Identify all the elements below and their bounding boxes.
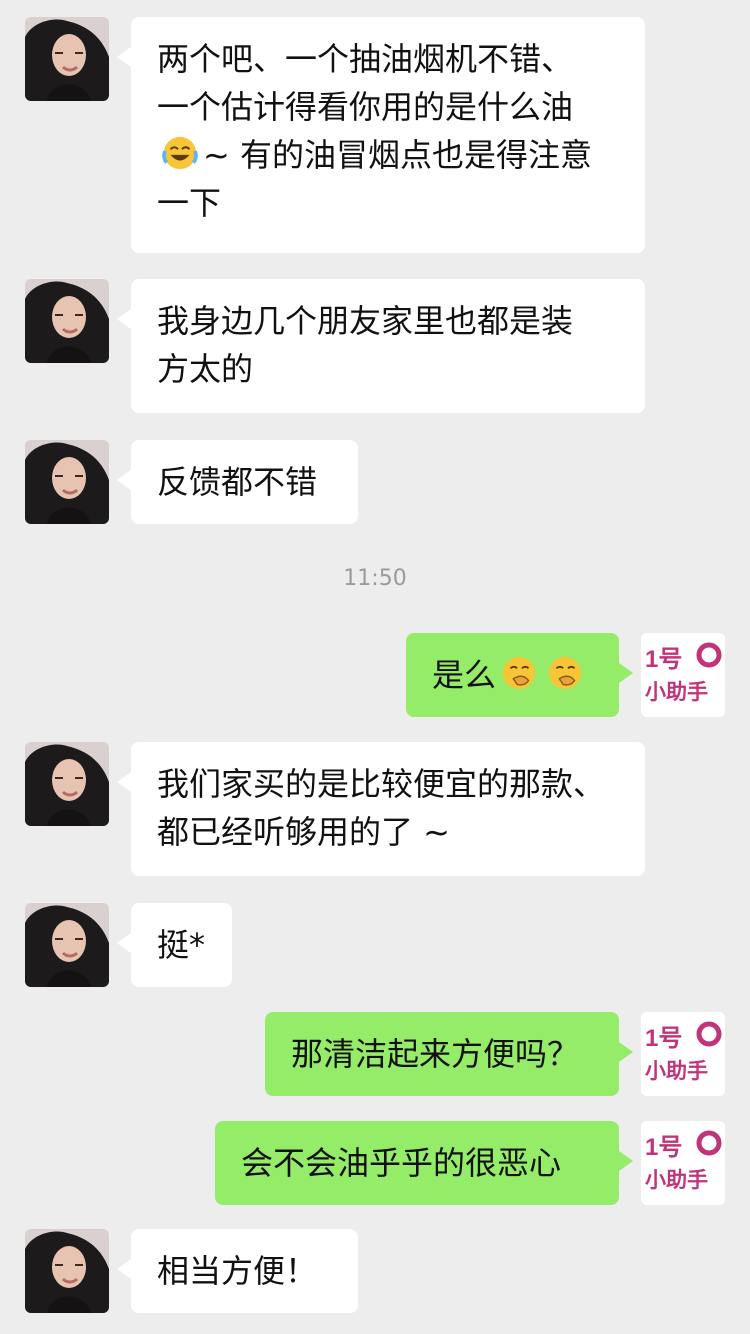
contact-avatar-icon <box>25 742 109 826</box>
message-text: 反馈都不错 <box>157 463 318 501</box>
covering-mouth-emoji-icon <box>502 656 536 690</box>
message-bubble-outgoing[interactable]: 那清洁起来方便吗？ <box>265 1012 633 1096</box>
message-text: 两个吧、一个抽油烟机不错、 <box>157 40 574 78</box>
helper-logo-line2: 小助手 <box>645 1060 708 1083</box>
message-text: 都已经听够用的了 ~ <box>157 813 450 851</box>
helper-logo-icon: 1号 小助手 <box>641 1012 725 1096</box>
message-bubble-incoming[interactable]: 相当方便！ <box>117 1229 358 1313</box>
message-text: 挺* <box>157 926 206 964</box>
helper-logo-icon: 1号 小助手 <box>641 633 725 717</box>
contact-avatar-icon <box>25 279 109 363</box>
message-text: 那清洁起来方便吗？ <box>291 1035 580 1073</box>
message-text: 相当方便！ <box>157 1252 318 1290</box>
self-avatar[interactable]: 1号 小助手 <box>641 633 725 717</box>
chat-view[interactable]: 两个吧、一个抽油烟机不错、 一个估计得看你用的是什么油 ~ 有的油冒烟点也是得注… <box>0 0 750 1334</box>
contact-avatar[interactable] <box>25 742 109 826</box>
message-text: 会不会油乎乎的很恶心 <box>241 1144 562 1182</box>
contact-avatar-icon <box>25 17 109 101</box>
message-bubble-outgoing[interactable]: 会不会油乎乎的很恶心 <box>215 1121 633 1205</box>
message-text: 一下 <box>157 184 222 222</box>
message-bubble-incoming[interactable]: 我身边几个朋友家里也都是装 方太的 <box>117 279 645 413</box>
helper-logo-line2: 小助手 <box>645 681 708 704</box>
message-text: 方太的 <box>157 350 254 388</box>
message-bubble-incoming[interactable]: 挺* <box>117 903 232 987</box>
contact-avatar-icon <box>25 1229 109 1313</box>
message-bubble-outgoing[interactable]: 是么 <box>406 633 633 717</box>
contact-avatar-icon <box>25 903 109 987</box>
contact-avatar[interactable] <box>25 440 109 524</box>
contact-avatar[interactable] <box>25 279 109 363</box>
message-text: 我们家买的是比较便宜的那款、 <box>157 765 606 803</box>
message-text: 一个估计得看你用的是什么油 <box>157 88 574 126</box>
message-text: 我身边几个朋友家里也都是装 <box>157 302 574 340</box>
self-avatar[interactable]: 1号 小助手 <box>641 1012 725 1096</box>
message-bubble-incoming[interactable]: 两个吧、一个抽油烟机不错、 一个估计得看你用的是什么油 ~ 有的油冒烟点也是得注… <box>117 17 645 253</box>
helper-logo-line1: 1号 <box>645 1025 682 1052</box>
helper-logo-line2: 小助手 <box>645 1169 708 1192</box>
message-bubble-incoming[interactable]: 我们家买的是比较便宜的那款、 都已经听够用的了 ~ <box>117 742 645 876</box>
message-text: ~ 有的油冒烟点也是得注意 <box>203 136 592 174</box>
message-text-line: 是么 <box>432 651 593 699</box>
self-avatar[interactable]: 1号 小助手 <box>641 1121 725 1205</box>
message-text: 是么 <box>432 656 497 694</box>
contact-avatar[interactable] <box>25 17 109 101</box>
contact-avatar-icon <box>25 440 109 524</box>
contact-avatar[interactable] <box>25 1229 109 1313</box>
helper-logo-line1: 1号 <box>645 1134 682 1161</box>
helper-logo-line1: 1号 <box>645 646 682 673</box>
tears-of-joy-emoji-icon <box>162 136 198 170</box>
message-text-line: ~ 有的油冒烟点也是得注意 <box>157 131 619 179</box>
timestamp: 11:50 <box>343 566 407 591</box>
message-bubble-incoming[interactable]: 反馈都不错 <box>117 440 358 524</box>
covering-mouth-emoji-icon <box>548 656 582 690</box>
helper-logo-icon: 1号 小助手 <box>641 1121 725 1205</box>
contact-avatar[interactable] <box>25 903 109 987</box>
